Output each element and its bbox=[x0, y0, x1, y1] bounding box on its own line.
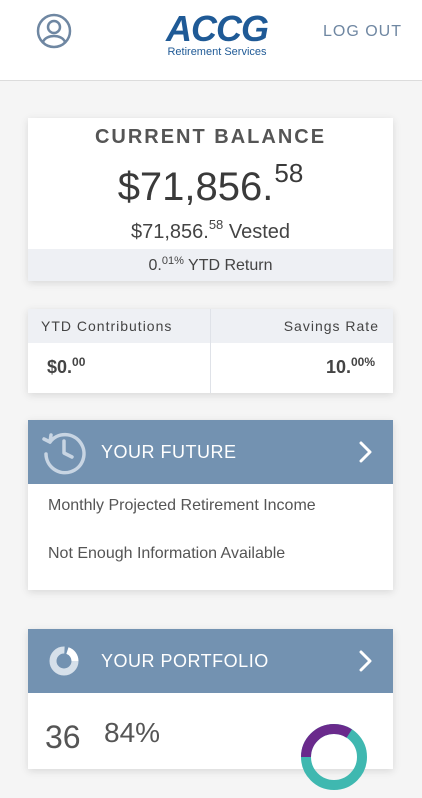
logo-subtitle: Retirement Services bbox=[167, 46, 267, 58]
balance-amount: $71,856.58 bbox=[28, 158, 393, 210]
logout-button[interactable]: LOG OUT bbox=[323, 23, 402, 41]
contributions-cents: 00 bbox=[72, 355, 86, 369]
your-future-card: YOUR FUTURE Monthly Projected Retirement… bbox=[28, 420, 393, 590]
your-portfolio-header[interactable]: YOUR PORTFOLIO bbox=[28, 629, 393, 693]
vested-cents: 58 bbox=[208, 217, 224, 232]
balance-amount-cents: 58 bbox=[274, 158, 304, 188]
savings-rate-value: 10.00% bbox=[326, 355, 375, 378]
vested-balance: $71,856.58 Vested bbox=[28, 217, 393, 244]
ytd-return: 0.01% YTD Return bbox=[28, 249, 393, 281]
current-balance-card: CURRENT BALANCE $71,856.58 $71,856.58 Ve… bbox=[28, 118, 393, 281]
portfolio-number: 36 bbox=[45, 719, 81, 755]
contributions-whole: $0. bbox=[47, 357, 73, 377]
accg-logo: ACCG Retirement Services bbox=[150, 10, 284, 64]
ytd-contributions-value: $0.00 bbox=[47, 355, 85, 378]
stats-card: YTD Contributions Savings Rate $0.00 10.… bbox=[28, 309, 393, 393]
projected-income-status: Not Enough Information Available bbox=[48, 545, 286, 562]
donut-chart-icon bbox=[40, 637, 88, 685]
ytd-return-fraction: 01% bbox=[161, 255, 184, 267]
ytd-contributions-label: YTD Contributions bbox=[28, 309, 210, 343]
chevron-right-icon[interactable] bbox=[359, 441, 373, 463]
app-header: ACCG Retirement Services LOG OUT bbox=[0, 0, 422, 81]
chevron-right-icon[interactable] bbox=[359, 650, 373, 672]
balance-amount-whole: $71,856. bbox=[117, 165, 274, 209]
user-circle-icon[interactable] bbox=[36, 13, 72, 49]
your-portfolio-card: YOUR PORTFOLIO 36 84% bbox=[28, 629, 393, 790]
your-future-header[interactable]: YOUR FUTURE bbox=[28, 420, 393, 484]
vested-whole: $71,856. bbox=[130, 221, 209, 243]
projected-income-label: Monthly Projected Retirement Income bbox=[48, 497, 316, 514]
savings-rate-label: Savings Rate bbox=[211, 309, 393, 343]
portfolio-donut-chart bbox=[298, 721, 370, 793]
savings-whole: 10. bbox=[325, 357, 351, 377]
ytd-return-whole: 0. bbox=[148, 257, 162, 274]
ytd-return-label: YTD Return bbox=[183, 257, 273, 274]
logo-wordmark: ACCG bbox=[166, 8, 269, 49]
clock-history-icon bbox=[40, 428, 88, 476]
your-future-title: YOUR FUTURE bbox=[101, 442, 237, 462]
portfolio-percent: 84% bbox=[104, 717, 161, 748]
stats-divider bbox=[210, 309, 211, 393]
savings-fraction: 00% bbox=[350, 355, 375, 369]
vested-label: Vested bbox=[223, 221, 291, 243]
balance-title: CURRENT BALANCE bbox=[94, 126, 327, 148]
your-portfolio-title: YOUR PORTFOLIO bbox=[101, 651, 269, 671]
